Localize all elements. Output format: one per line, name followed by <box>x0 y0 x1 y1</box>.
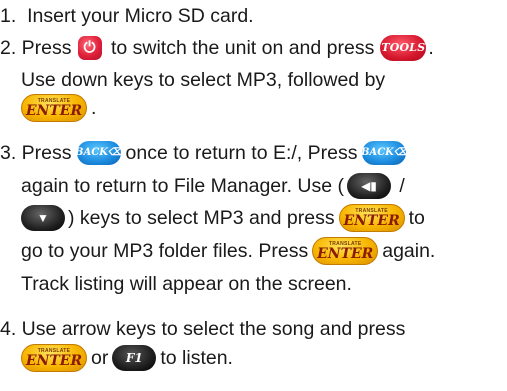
step-3-slash: / <box>394 175 405 197</box>
step-3-text-line-5: Track listing will appear on the screen. <box>21 273 352 295</box>
enter-key-icon: TRANSLATE ENTER <box>338 204 405 232</box>
enter-key-label: ENTER <box>317 246 374 262</box>
step-3-line-5: Track listing will appear on the screen. <box>21 271 352 297</box>
back-key-icon: BACK⌫ <box>75 141 122 165</box>
step-2-text-line-2: Use down keys to select MP3, followed by <box>21 69 386 91</box>
step-2-text-b: . <box>428 37 434 59</box>
step-4-line-2: TRANSLATE ENTER or F1 to listen. <box>21 344 233 372</box>
enter-key-icon: TRANSLATE ENTER <box>312 237 379 265</box>
step-3-text-a: once to return to E:/, Press <box>125 142 358 164</box>
step-3-line-3: ▼ ) keys to select MP3 and press TRANSLA… <box>21 204 425 232</box>
step-3-text-line-4b: again. <box>382 240 436 262</box>
step-2-line-3: TRANSLATE ENTER . <box>21 94 97 122</box>
step-1-text: 1. Insert your Micro SD card. <box>0 5 254 27</box>
enter-key-icon: TRANSLATE ENTER <box>21 94 87 122</box>
step-3-number: 3. Press <box>0 142 72 164</box>
step-2-line-1: 2. Press ⏻ to switch the unit on and pre… <box>0 35 434 61</box>
enter-key-label: ENTER <box>25 103 83 119</box>
step-3-text-line-3a: ) keys to select MP3 and press <box>68 207 335 229</box>
step-2-text-line-3: . <box>91 97 97 119</box>
step-3-text-line-3b: to <box>408 207 425 229</box>
power-key-icon: ⏻ <box>77 36 102 60</box>
step-4-line-1: 4. Use arrow keys to select the song and… <box>0 316 405 342</box>
step-4-or: or <box>91 347 109 369</box>
enter-key-label: ENTER <box>343 213 400 229</box>
arrow-down-key-icon: ▼ <box>21 205 65 231</box>
f1-key-icon: F1 <box>112 345 157 371</box>
arrow-up-key-icon: ◀▮ <box>347 173 391 199</box>
step-3-line-4: go to your MP3 folder files. Press TRANS… <box>21 237 436 265</box>
enter-key-icon: TRANSLATE ENTER <box>21 344 87 372</box>
step-3-text-line-4a: go to your MP3 folder files. Press <box>21 240 309 262</box>
step-3-text-line-2: again to return to File Manager. Use ( <box>21 175 344 197</box>
step-3-line-1: 3. Press BACK⌫ once to return to E:/, Pr… <box>0 140 411 166</box>
step-3-line-2: again to return to File Manager. Use ( ◀… <box>21 173 405 199</box>
step-4-text-line-1: 4. Use arrow keys to select the song and… <box>0 318 406 340</box>
enter-key-label: ENTER <box>25 353 83 369</box>
step-2-number: 2. Press <box>0 37 72 59</box>
tools-key-icon: TOOLS <box>380 35 427 61</box>
step-4-end: to listen. <box>160 347 233 369</box>
back-key-icon: BACK⌫ <box>361 141 408 165</box>
step-1-line: 1. Insert your Micro SD card. <box>0 3 254 29</box>
step-2-text-a: to switch the unit on and press <box>105 37 375 59</box>
step-2-line-2: Use down keys to select MP3, followed by <box>21 67 385 93</box>
